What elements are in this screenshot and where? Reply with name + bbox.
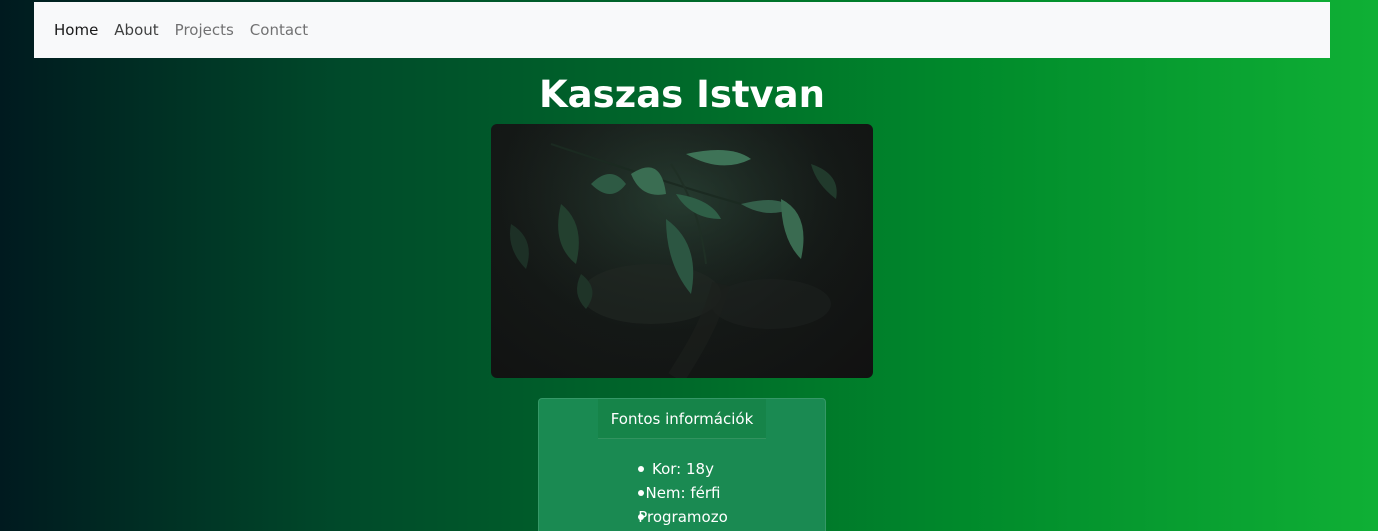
page-title: Kaszas Istvan — [539, 73, 825, 116]
navbar: Home About Projects Contact — [34, 2, 1330, 58]
info-gender: Nem: férfi — [645, 484, 721, 502]
profile-photo — [491, 124, 873, 378]
nav-link-home[interactable]: Home — [54, 21, 98, 39]
list-item: Nem: férfi — [539, 481, 827, 505]
info-card: Fontos információk Kor: 18y Nem: férfi P… — [538, 398, 826, 531]
nav-link-contact[interactable]: Contact — [250, 21, 308, 39]
info-occupation: Programozo — [638, 508, 728, 526]
nav-link-about[interactable]: About — [114, 21, 158, 39]
list-item: Kor: 18y — [539, 457, 827, 481]
bullet-icon — [638, 514, 644, 520]
info-list: Kor: 18y Nem: férfi Programozo — [539, 457, 827, 529]
list-item: Programozo — [539, 505, 827, 529]
info-age: Kor: 18y — [652, 460, 714, 478]
bullet-icon — [638, 490, 644, 496]
leaves-photo-icon — [491, 124, 873, 378]
bullet-icon — [638, 466, 644, 472]
info-card-header: Fontos információk — [598, 399, 766, 439]
nav-link-projects[interactable]: Projects — [175, 21, 234, 39]
